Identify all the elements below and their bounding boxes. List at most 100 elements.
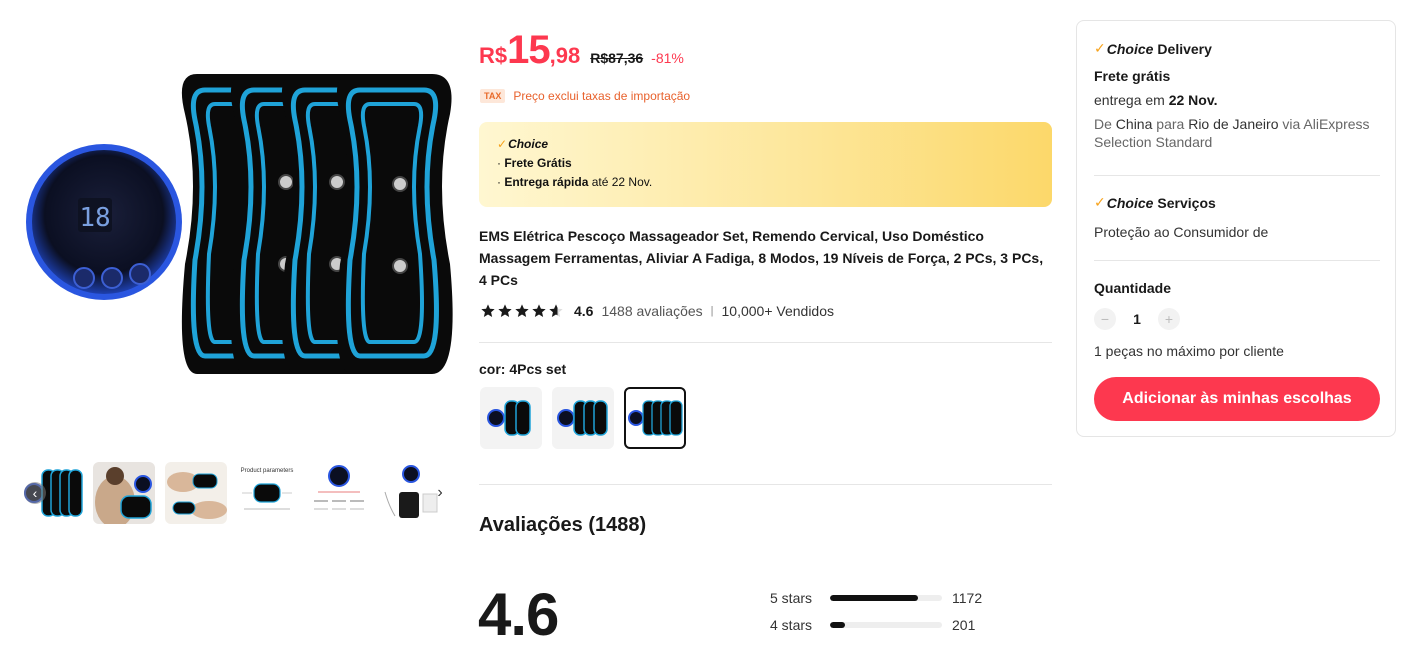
bar-fill xyxy=(830,595,919,601)
quantity-value[interactable]: 1 xyxy=(1116,311,1158,327)
original-price: R$87,36 xyxy=(590,50,644,66)
star-icon xyxy=(532,304,546,317)
color-label: cor: 4Pcs set xyxy=(479,361,567,377)
check-icon: ✓ xyxy=(1094,40,1106,56)
choice-brand-label: Choice xyxy=(1106,194,1154,211)
massager-3pcs-thumb xyxy=(557,400,608,436)
price-integer: 15 xyxy=(507,28,550,72)
quantity-limit: 1 peças no máximo por cliente xyxy=(1094,343,1284,359)
free-shipping-label: Frete grátis xyxy=(1094,68,1171,84)
plus-icon[interactable]: + xyxy=(1158,308,1180,330)
divider xyxy=(1094,260,1380,261)
separator: | xyxy=(710,305,714,317)
thumb-3[interactable] xyxy=(165,462,227,524)
quantity-stepper: − 1 + xyxy=(1094,308,1380,330)
divider xyxy=(479,484,1052,485)
route-destination[interactable]: Rio de Janeiro xyxy=(1188,116,1278,132)
delivery-date: 22 Nov. xyxy=(1168,92,1218,108)
delivery-section: ✓ Choice Delivery Frete grátis entrega e… xyxy=(1094,40,1380,151)
variant-selector xyxy=(480,387,686,449)
variant-4pcs[interactable] xyxy=(624,387,686,449)
average-rating: 4.6 xyxy=(478,581,559,647)
discount-badge: -81% xyxy=(651,50,684,66)
consumer-protection: Proteção ao Consumidor de xyxy=(1094,224,1269,240)
add-to-choices-button[interactable]: Adicionar às minhas escolhas xyxy=(1094,377,1380,421)
star-icon xyxy=(549,304,563,317)
massager-on-back-thumb xyxy=(93,462,155,524)
purchase-card: ✓ Choice Delivery Frete grátis entrega e… xyxy=(1076,20,1396,437)
star-icon xyxy=(481,304,495,317)
sold-count: 10,000+ Vendidos xyxy=(721,303,835,319)
shipping-route: De China para Rio de Janeiro via AliExpr… xyxy=(1094,115,1380,151)
price-block: R$ 15 ,98 R$87,36 -81% xyxy=(479,28,684,72)
massager-2pcs-thumb xyxy=(487,400,531,436)
delivery-prefix: entrega em xyxy=(1094,92,1169,108)
thumb-2[interactable] xyxy=(93,462,155,524)
choice-brand-label: Choice xyxy=(508,137,549,151)
delivery-date-line: entrega em 22 Nov. xyxy=(1094,91,1380,109)
services-section[interactable]: ✓ Choice Serviços Proteção ao Consumidor… xyxy=(1094,194,1380,241)
choice-banner: ✓ Choice · Frete Grátis · Entrega rápida… xyxy=(479,122,1052,207)
route-via: via xyxy=(1282,116,1301,132)
thumb-5[interactable] xyxy=(308,462,370,524)
variant-2pcs[interactable] xyxy=(480,387,542,449)
variant-3pcs[interactable] xyxy=(552,387,614,449)
product-parameters-caption: Product parameters xyxy=(241,468,294,474)
controller-diagram-thumb xyxy=(308,462,370,524)
star-icon xyxy=(515,304,529,317)
check-icon: ✓ xyxy=(1094,194,1106,210)
banner-fast-delivery: · Entrega rápida até 22 Nov. xyxy=(497,175,1034,189)
thumb-4[interactable]: Product parameters xyxy=(236,462,298,524)
product-title: EMS Elétrica Pescoço Massageador Set, Re… xyxy=(479,228,1044,288)
fast-delivery-date: até 22 Nov. xyxy=(588,175,653,189)
services-heading: ✓ Choice Serviços xyxy=(1094,194,1380,211)
reviews-title: Avaliações (1488) xyxy=(479,514,647,536)
bar-label: 5 stars xyxy=(770,590,813,606)
chevron-left-icon[interactable]: ‹ xyxy=(24,482,46,504)
main-product-image[interactable]: 18 xyxy=(24,66,460,386)
divider xyxy=(1094,175,1380,176)
bar-fill xyxy=(830,622,846,628)
price-decimal: ,98 xyxy=(549,43,581,68)
delivery-title: Delivery xyxy=(1157,40,1212,57)
free-shipping-label: Frete Grátis xyxy=(504,156,572,170)
rating-bar-5[interactable]: 5 stars 1172 xyxy=(770,590,982,606)
bar-track xyxy=(830,622,942,628)
choice-logo: ✓ Choice xyxy=(497,137,1034,151)
controller-device: 18 xyxy=(26,144,182,300)
bar-track xyxy=(830,595,942,601)
rating-summary[interactable]: 4.6 1488 avaliações | 10,000+ Vendidos xyxy=(480,303,834,319)
rating-value: 4.6 xyxy=(574,303,594,319)
quantity-label: Quantidade xyxy=(1094,280,1172,296)
divider xyxy=(479,342,1052,343)
delivery-heading: ✓ Choice Delivery xyxy=(1094,40,1380,57)
choice-brand-label: Choice xyxy=(1106,40,1154,57)
services-title: Serviços xyxy=(1157,194,1216,211)
route-para: para xyxy=(1156,116,1185,132)
tax-badge: TAX xyxy=(480,89,506,103)
free-shipping: Frete grátis xyxy=(1094,67,1380,85)
bar-count: 1172 xyxy=(952,590,983,606)
star-icon xyxy=(498,304,512,317)
reviews-count-link[interactable]: 1488 avaliações xyxy=(601,303,702,319)
tax-notice: TAX Preço exclui taxas de importação xyxy=(480,89,690,103)
bar-label: 4 stars xyxy=(770,617,813,633)
route-origin: China xyxy=(1115,116,1153,132)
rating-bar-4[interactable]: 4 stars 201 xyxy=(770,617,975,633)
pads-group xyxy=(181,74,453,374)
svg-text:18: 18 xyxy=(79,203,110,233)
massager-on-leg-thumb xyxy=(165,462,227,524)
ems-massager-4pcs-image: 18 xyxy=(26,74,453,374)
check-icon: ✓ xyxy=(497,137,508,151)
star-rating xyxy=(480,303,564,319)
minus-icon[interactable]: − xyxy=(1094,308,1116,330)
product-parameters-thumb: Product parameters xyxy=(236,462,298,524)
price-currency: R$ xyxy=(479,43,508,68)
chevron-right-icon[interactable]: › xyxy=(432,482,448,504)
massager-4pcs-thumb xyxy=(628,400,683,436)
banner-free-shipping: · Frete Grátis xyxy=(497,156,1034,170)
route-de: De xyxy=(1094,116,1112,132)
bar-count: 201 xyxy=(952,617,976,633)
quantity-section: Quantidade − 1 + 1 peças no máximo por c… xyxy=(1094,280,1380,360)
tax-text: Preço exclui taxas de importação xyxy=(513,89,691,103)
